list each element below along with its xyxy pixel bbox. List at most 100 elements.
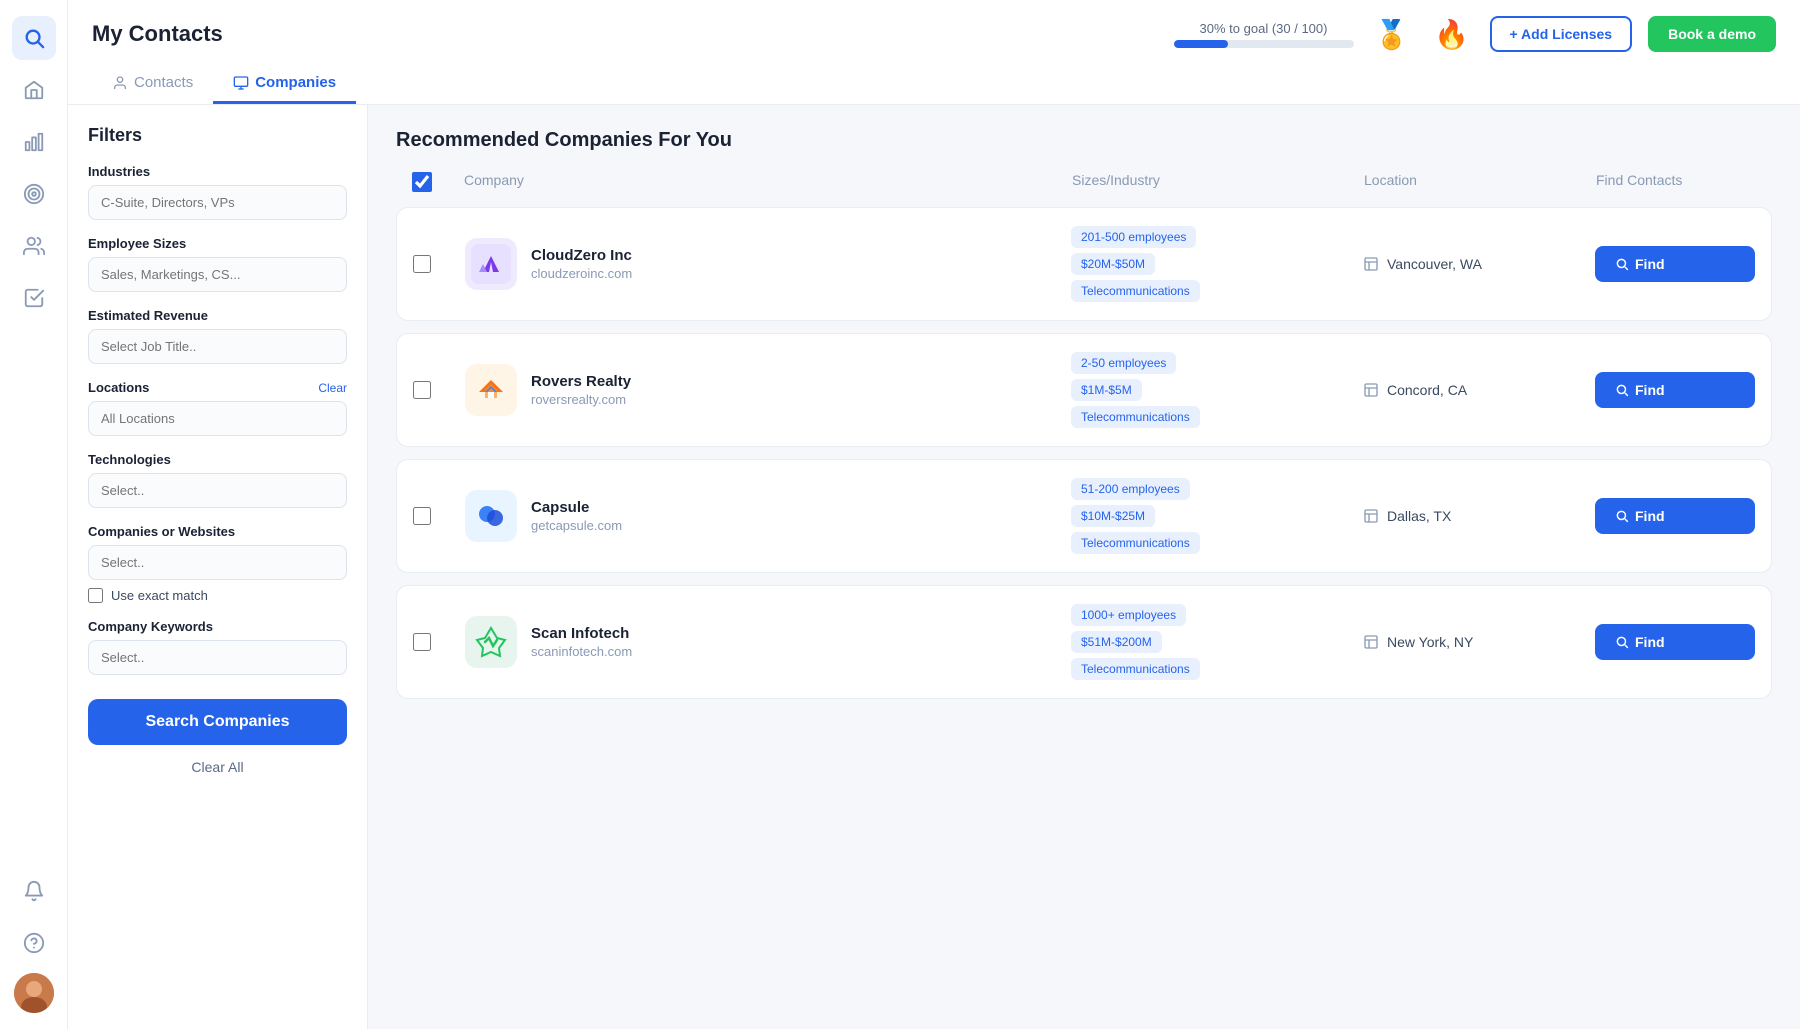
tag-industry-capsule: Telecommunications bbox=[1071, 532, 1200, 554]
row-checkbox-cloudzero[interactable] bbox=[413, 255, 431, 273]
location-text-capsule: Dallas, TX bbox=[1387, 508, 1451, 524]
technologies-input[interactable] bbox=[88, 473, 347, 508]
company-domain-cloudzero: cloudzeroinc.com bbox=[531, 266, 632, 281]
company-name-cloudzero: CloudZero Inc bbox=[531, 247, 632, 264]
sidebar-item-home[interactable] bbox=[12, 68, 56, 112]
sidebar-item-bell[interactable] bbox=[12, 869, 56, 913]
building-icon bbox=[1363, 508, 1379, 524]
sidebar-item-target[interactable] bbox=[12, 172, 56, 216]
add-licenses-button[interactable]: + Add Licenses bbox=[1490, 16, 1633, 52]
find-button-cloudzero[interactable]: Find bbox=[1595, 246, 1755, 282]
company-info-rovers: Rovers Realty roversrealty.com bbox=[465, 364, 1059, 416]
th-location: Location bbox=[1364, 172, 1584, 197]
find-button-scan[interactable]: Find bbox=[1595, 624, 1755, 660]
location-text-cloudzero: Vancouver, WA bbox=[1387, 256, 1482, 272]
search-companies-button[interactable]: Search Companies bbox=[88, 699, 347, 745]
select-all-checkbox[interactable] bbox=[412, 172, 432, 192]
trophy-icon[interactable]: 🏅 bbox=[1370, 12, 1414, 56]
content-area: Filters Industries Employee Sizes Estima… bbox=[68, 105, 1800, 1029]
building-icon bbox=[1363, 382, 1379, 398]
company-logo-cloudzero bbox=[465, 238, 517, 290]
sidebar-item-checklist[interactable] bbox=[12, 276, 56, 320]
tags-capsule: 51-200 employees $10M-$25M Telecommunica… bbox=[1071, 478, 1351, 554]
location-cloudzero: Vancouver, WA bbox=[1363, 256, 1583, 272]
companies-list: Recommended Companies For You Company Si… bbox=[368, 105, 1800, 1029]
company-name-rovers: Rovers Realty bbox=[531, 373, 631, 390]
th-company: Company bbox=[464, 172, 1060, 197]
tag-employees-cloudzero: 201-500 employees bbox=[1071, 226, 1196, 248]
progress-bar-fill bbox=[1174, 40, 1228, 48]
company-details-rovers: Rovers Realty roversrealty.com bbox=[531, 373, 631, 407]
building-icon bbox=[1363, 634, 1379, 650]
estimated-revenue-input[interactable] bbox=[88, 329, 347, 364]
filters-panel: Filters Industries Employee Sizes Estima… bbox=[68, 105, 368, 1029]
page-title: My Contacts bbox=[92, 21, 223, 47]
company-logo-capsule bbox=[465, 490, 517, 542]
location-rovers: Concord, CA bbox=[1363, 382, 1583, 398]
clear-all-button[interactable]: Clear All bbox=[88, 753, 347, 781]
main-content: My Contacts 30% to goal (30 / 100) 🏅 🔥 +… bbox=[68, 0, 1800, 1029]
filter-group-estimated-revenue: Estimated Revenue bbox=[88, 308, 347, 364]
company-info-capsule: Capsule getcapsule.com bbox=[465, 490, 1059, 542]
row-checkbox-capsule[interactable] bbox=[413, 507, 431, 525]
book-demo-button[interactable]: Book a demo bbox=[1648, 16, 1776, 52]
filter-label-employee-sizes: Employee Sizes bbox=[88, 236, 347, 251]
search-icon bbox=[1615, 635, 1629, 649]
tag-employees-rovers: 2-50 employees bbox=[1071, 352, 1176, 374]
filter-group-locations: Locations Clear bbox=[88, 380, 347, 436]
company-details-capsule: Capsule getcapsule.com bbox=[531, 499, 622, 533]
exact-match-checkbox[interactable] bbox=[88, 588, 103, 603]
tag-industry-scan: Telecommunications bbox=[1071, 658, 1200, 680]
company-info-cloudzero: CloudZero Inc cloudzeroinc.com bbox=[465, 238, 1059, 290]
find-button-capsule[interactable]: Find bbox=[1595, 498, 1755, 534]
exact-match-row: Use exact match bbox=[88, 588, 347, 603]
row-checkbox-scan[interactable] bbox=[413, 633, 431, 651]
sidebar-item-help[interactable] bbox=[12, 921, 56, 965]
search-icon bbox=[1615, 383, 1629, 397]
exact-match-label[interactable]: Use exact match bbox=[111, 588, 208, 603]
search-icon bbox=[1615, 509, 1629, 523]
section-title: Recommended Companies For You bbox=[396, 129, 1772, 152]
company-keywords-input[interactable] bbox=[88, 640, 347, 675]
find-button-rovers[interactable]: Find bbox=[1595, 372, 1755, 408]
tag-revenue-scan: $51M-$200M bbox=[1071, 631, 1162, 653]
sidebar-item-search[interactable] bbox=[12, 16, 56, 60]
location-scan: New York, NY bbox=[1363, 634, 1583, 650]
tabs: Contacts Companies bbox=[92, 64, 1776, 104]
tag-employees-capsule: 51-200 employees bbox=[1071, 478, 1190, 500]
filter-group-employee-sizes: Employee Sizes bbox=[88, 236, 347, 292]
tag-industry-cloudzero: Telecommunications bbox=[1071, 280, 1200, 302]
filters-title: Filters bbox=[88, 125, 347, 146]
company-info-scan: Scan Infotech scaninfotech.com bbox=[465, 616, 1059, 668]
th-find-contacts: Find Contacts bbox=[1596, 172, 1756, 197]
filter-label-estimated-revenue: Estimated Revenue bbox=[88, 308, 347, 323]
locations-clear-button[interactable]: Clear bbox=[318, 381, 347, 395]
fire-icon[interactable]: 🔥 bbox=[1430, 12, 1474, 56]
tag-industry-rovers: Telecommunications bbox=[1071, 406, 1200, 428]
filter-group-industries: Industries bbox=[88, 164, 347, 220]
goal-text: 30% to goal (30 / 100) bbox=[1200, 21, 1328, 36]
table-row: Rovers Realty roversrealty.com 2-50 empl… bbox=[396, 333, 1772, 447]
filter-label-locations: Locations Clear bbox=[88, 380, 347, 395]
user-avatar[interactable] bbox=[14, 973, 54, 1013]
goal-container: 30% to goal (30 / 100) bbox=[1174, 21, 1354, 48]
employee-sizes-input[interactable] bbox=[88, 257, 347, 292]
company-domain-rovers: roversrealty.com bbox=[531, 392, 631, 407]
tag-employees-scan: 1000+ employees bbox=[1071, 604, 1186, 626]
row-checkbox-rovers[interactable] bbox=[413, 381, 431, 399]
companies-websites-input[interactable] bbox=[88, 545, 347, 580]
tab-contacts[interactable]: Contacts bbox=[92, 64, 213, 104]
table-row: Capsule getcapsule.com 51-200 employees … bbox=[396, 459, 1772, 573]
company-domain-scan: scaninfotech.com bbox=[531, 644, 632, 659]
industries-input[interactable] bbox=[88, 185, 347, 220]
filter-label-industries: Industries bbox=[88, 164, 347, 179]
company-details-cloudzero: CloudZero Inc cloudzeroinc.com bbox=[531, 247, 632, 281]
tab-companies[interactable]: Companies bbox=[213, 64, 356, 104]
sidebar-item-people[interactable] bbox=[12, 224, 56, 268]
sidebar-item-chart[interactable] bbox=[12, 120, 56, 164]
th-sizes-industry: Sizes/Industry bbox=[1072, 172, 1352, 197]
locations-input[interactable] bbox=[88, 401, 347, 436]
select-all-cell[interactable] bbox=[412, 172, 452, 197]
company-details-scan: Scan Infotech scaninfotech.com bbox=[531, 625, 632, 659]
sidebar bbox=[0, 0, 68, 1029]
